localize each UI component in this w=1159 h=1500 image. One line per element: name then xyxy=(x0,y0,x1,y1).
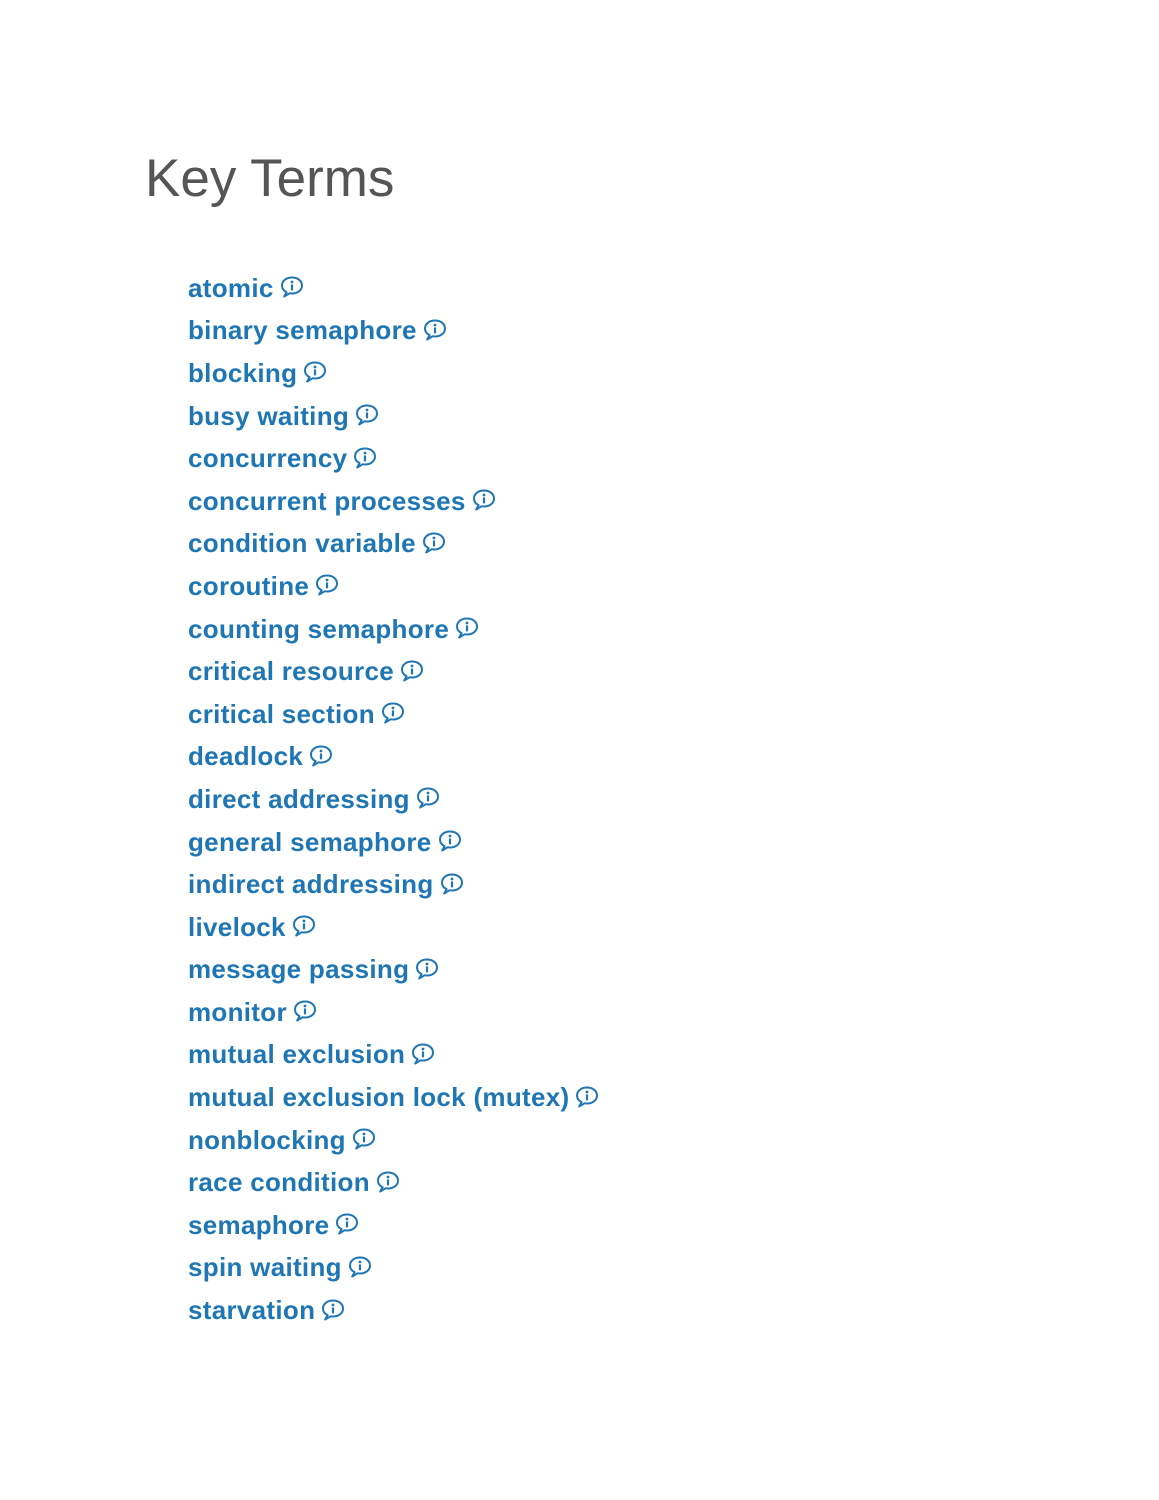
term-item: busy waiting xyxy=(188,395,600,438)
term-link[interactable]: direct addressing xyxy=(188,784,410,815)
term-item: counting semaphore xyxy=(188,608,600,651)
term-item: blocking xyxy=(188,352,600,395)
term-item: general semaphore xyxy=(188,821,600,864)
info-speech-bubble-icon[interactable] xyxy=(347,1255,373,1279)
term-item: binary semaphore xyxy=(188,310,600,353)
info-speech-bubble-icon[interactable] xyxy=(352,446,378,470)
info-speech-bubble-icon[interactable] xyxy=(437,829,463,853)
term-item: deadlock xyxy=(188,736,600,779)
info-speech-bubble-icon[interactable] xyxy=(375,1170,401,1194)
term-item: critical section xyxy=(188,693,600,736)
info-speech-bubble-icon[interactable] xyxy=(399,659,425,683)
term-item: nonblocking xyxy=(188,1119,600,1162)
term-link[interactable]: counting semaphore xyxy=(188,614,449,645)
term-link[interactable]: concurrent processes xyxy=(188,486,466,517)
info-speech-bubble-icon[interactable] xyxy=(351,1127,377,1151)
info-speech-bubble-icon[interactable] xyxy=(414,957,440,981)
term-link[interactable]: race condition xyxy=(188,1167,370,1198)
term-item: mutual exclusion lock (mutex) xyxy=(188,1076,600,1119)
info-speech-bubble-icon[interactable] xyxy=(454,616,480,640)
key-terms-list: atomic binary semaphore blocking busy wa… xyxy=(188,267,600,1332)
term-link[interactable]: binary semaphore xyxy=(188,315,417,346)
term-link[interactable]: indirect addressing xyxy=(188,869,434,900)
term-item: livelock xyxy=(188,906,600,949)
term-link[interactable]: mutual exclusion xyxy=(188,1039,405,1070)
term-item: critical resource xyxy=(188,650,600,693)
term-item: spin waiting xyxy=(188,1247,600,1290)
term-item: monitor xyxy=(188,991,600,1034)
info-speech-bubble-icon[interactable] xyxy=(354,403,380,427)
term-link[interactable]: nonblocking xyxy=(188,1125,346,1156)
term-item: coroutine xyxy=(188,565,600,608)
info-speech-bubble-icon[interactable] xyxy=(439,872,465,896)
term-link[interactable]: deadlock xyxy=(188,741,303,772)
term-link[interactable]: message passing xyxy=(188,954,409,985)
term-link[interactable]: coroutine xyxy=(188,571,309,602)
info-speech-bubble-icon[interactable] xyxy=(421,531,447,555)
term-item: condition variable xyxy=(188,523,600,566)
info-speech-bubble-icon[interactable] xyxy=(471,488,497,512)
term-link[interactable]: condition variable xyxy=(188,528,416,559)
info-speech-bubble-icon[interactable] xyxy=(279,275,305,299)
term-link[interactable]: atomic xyxy=(188,273,274,304)
info-speech-bubble-icon[interactable] xyxy=(410,1042,436,1066)
term-item: concurrency xyxy=(188,437,600,480)
term-item: direct addressing xyxy=(188,778,600,821)
term-link[interactable]: busy waiting xyxy=(188,401,349,432)
term-link[interactable]: concurrency xyxy=(188,443,347,474)
term-link[interactable]: mutual exclusion lock (mutex) xyxy=(188,1082,569,1113)
term-item: atomic xyxy=(188,267,600,310)
info-speech-bubble-icon[interactable] xyxy=(308,744,334,768)
term-item: concurrent processes xyxy=(188,480,600,523)
term-item: mutual exclusion xyxy=(188,1034,600,1077)
term-item: starvation xyxy=(188,1289,600,1332)
term-item: message passing xyxy=(188,949,600,992)
info-speech-bubble-icon[interactable] xyxy=(302,360,328,384)
term-link[interactable]: critical section xyxy=(188,699,375,730)
info-speech-bubble-icon[interactable] xyxy=(415,786,441,810)
info-speech-bubble-icon[interactable] xyxy=(334,1212,360,1236)
info-speech-bubble-icon[interactable] xyxy=(574,1085,600,1109)
term-item: indirect addressing xyxy=(188,863,600,906)
term-link[interactable]: general semaphore xyxy=(188,827,432,858)
page-title: Key Terms xyxy=(145,149,395,208)
term-link[interactable]: livelock xyxy=(188,912,286,943)
term-link[interactable]: starvation xyxy=(188,1295,315,1326)
term-item: race condition xyxy=(188,1161,600,1204)
info-speech-bubble-icon[interactable] xyxy=(291,914,317,938)
info-speech-bubble-icon[interactable] xyxy=(320,1298,346,1322)
info-speech-bubble-icon[interactable] xyxy=(314,573,340,597)
term-item: semaphore xyxy=(188,1204,600,1247)
info-speech-bubble-icon[interactable] xyxy=(380,701,406,725)
info-speech-bubble-icon[interactable] xyxy=(292,999,318,1023)
term-link[interactable]: monitor xyxy=(188,997,287,1028)
term-link[interactable]: semaphore xyxy=(188,1210,329,1241)
term-link[interactable]: spin waiting xyxy=(188,1252,342,1283)
term-link[interactable]: blocking xyxy=(188,358,297,389)
term-link[interactable]: critical resource xyxy=(188,656,394,687)
info-speech-bubble-icon[interactable] xyxy=(422,318,448,342)
